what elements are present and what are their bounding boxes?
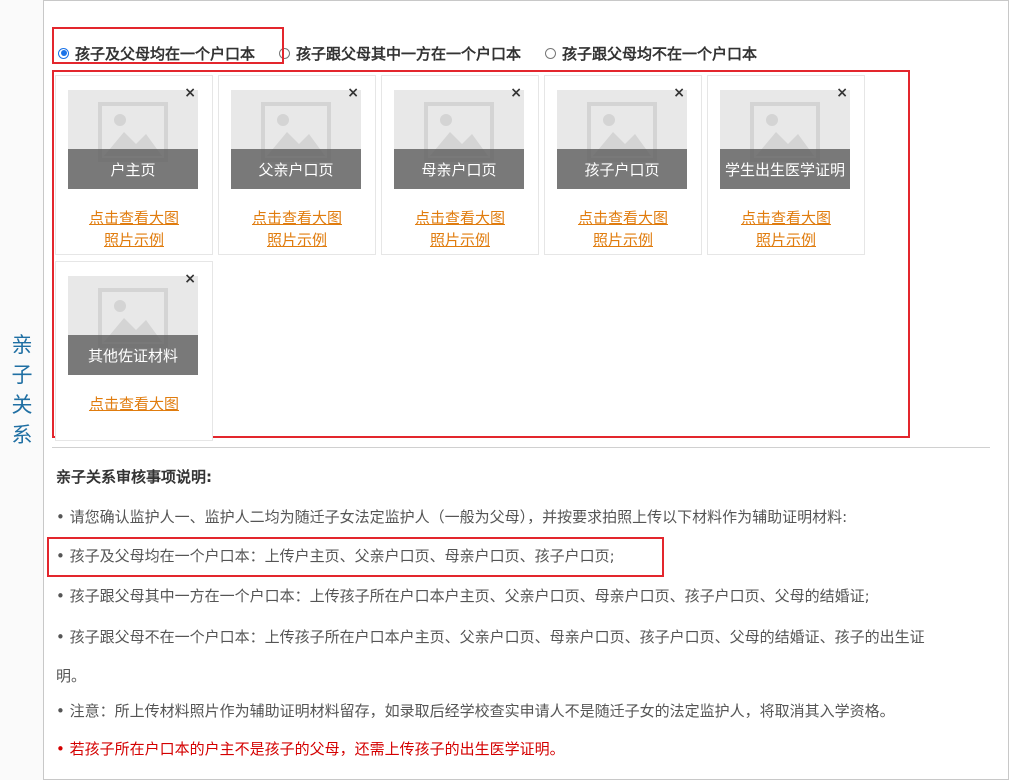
radio-separate-household[interactable]: 孩子跟父母均不在一个户口本 [545, 43, 757, 64]
upload-card-other-evidence: 其他佐证材料 × 点击查看大图 [55, 261, 213, 441]
radio-one-parent-household[interactable]: 孩子跟父母其中一方在一个户口本 [279, 43, 521, 64]
section-label-column: 亲子关系 [0, 0, 44, 780]
upload-card-child: 孩子户口页 × 点击查看大图 照片示例 [544, 75, 702, 255]
close-icon[interactable]: × [184, 86, 196, 100]
upload-title: 父亲户口页 [231, 149, 361, 189]
close-icon[interactable]: × [836, 86, 848, 100]
upload-title: 户主页 [68, 149, 198, 189]
note-line: • 孩子及父母均在一个户口本：上传户主页、父亲户口页、母亲户口页、孩子户口页; [56, 547, 615, 565]
upload-title: 其他佐证材料 [68, 335, 198, 375]
image-placeholder[interactable]: 学生出生医学证明 [720, 90, 850, 189]
upload-card-birth-certificate: 学生出生医学证明 × 点击查看大图 照片示例 [707, 75, 865, 255]
note-line: • 请您确认监护人一、监护人二均为随迁子女法定监护人（一般为父母），并按要求拍照… [56, 508, 848, 526]
notes-title: 亲子关系审核事项说明: [56, 468, 212, 486]
note-line: 明。 [56, 667, 87, 685]
highlight-selected-radio [52, 27, 284, 64]
view-large-image-link[interactable]: 点击查看大图 [545, 207, 701, 228]
radio-label: 孩子跟父母均不在一个户口本 [562, 44, 758, 63]
note-line: • 孩子跟父母其中一方在一个户口本：上传孩子所在户口本户主页、父亲户口页、母亲户… [56, 587, 870, 605]
photo-example-link[interactable]: 照片示例 [56, 229, 212, 250]
view-large-image-link[interactable]: 点击查看大图 [56, 393, 212, 414]
photo-example-link[interactable]: 照片示例 [545, 229, 701, 250]
section-label: 亲子关系 [11, 333, 33, 447]
view-large-image-link[interactable]: 点击查看大图 [708, 207, 864, 228]
photo-example-link[interactable]: 照片示例 [708, 229, 864, 250]
photo-example-link[interactable]: 照片示例 [382, 229, 538, 250]
image-placeholder[interactable]: 父亲户口页 [231, 90, 361, 189]
upload-title: 母亲户口页 [394, 149, 524, 189]
close-icon[interactable]: × [184, 272, 196, 286]
radio-unchecked-icon[interactable] [545, 47, 557, 59]
image-placeholder[interactable]: 孩子户口页 [557, 90, 687, 189]
photo-example-link[interactable]: 照片示例 [219, 229, 375, 250]
view-large-image-link[interactable]: 点击查看大图 [219, 207, 375, 228]
upload-card-mother: 母亲户口页 × 点击查看大图 照片示例 [381, 75, 539, 255]
view-large-image-link[interactable]: 点击查看大图 [382, 207, 538, 228]
upload-card-father: 父亲户口页 × 点击查看大图 照片示例 [218, 75, 376, 255]
close-icon[interactable]: × [510, 86, 522, 100]
warning-note-line: • 若孩子所在户口本的户主不是孩子的父母，还需上传孩子的出生医学证明。 [56, 740, 565, 758]
close-icon[interactable]: × [673, 86, 685, 100]
upload-card-household-head: 户主页 × 点击查看大图 照片示例 [55, 75, 213, 255]
upload-title: 学生出生医学证明 [720, 149, 850, 189]
view-large-image-link[interactable]: 点击查看大图 [56, 207, 212, 228]
section-divider [52, 447, 990, 448]
radio-label: 孩子跟父母其中一方在一个户口本 [296, 44, 522, 63]
image-placeholder[interactable]: 户主页 [68, 90, 198, 189]
note-line: • 孩子跟父母不在一个户口本：上传孩子所在户口本户主页、父亲户口页、母亲户口页、… [56, 628, 925, 646]
note-line: • 注意：所上传材料照片作为辅助证明材料留存，如录取后经学校查实申请人不是随迁子… [56, 702, 895, 720]
image-placeholder[interactable]: 母亲户口页 [394, 90, 524, 189]
image-placeholder[interactable]: 其他佐证材料 [68, 276, 198, 375]
upload-title: 孩子户口页 [557, 149, 687, 189]
close-icon[interactable]: × [347, 86, 359, 100]
